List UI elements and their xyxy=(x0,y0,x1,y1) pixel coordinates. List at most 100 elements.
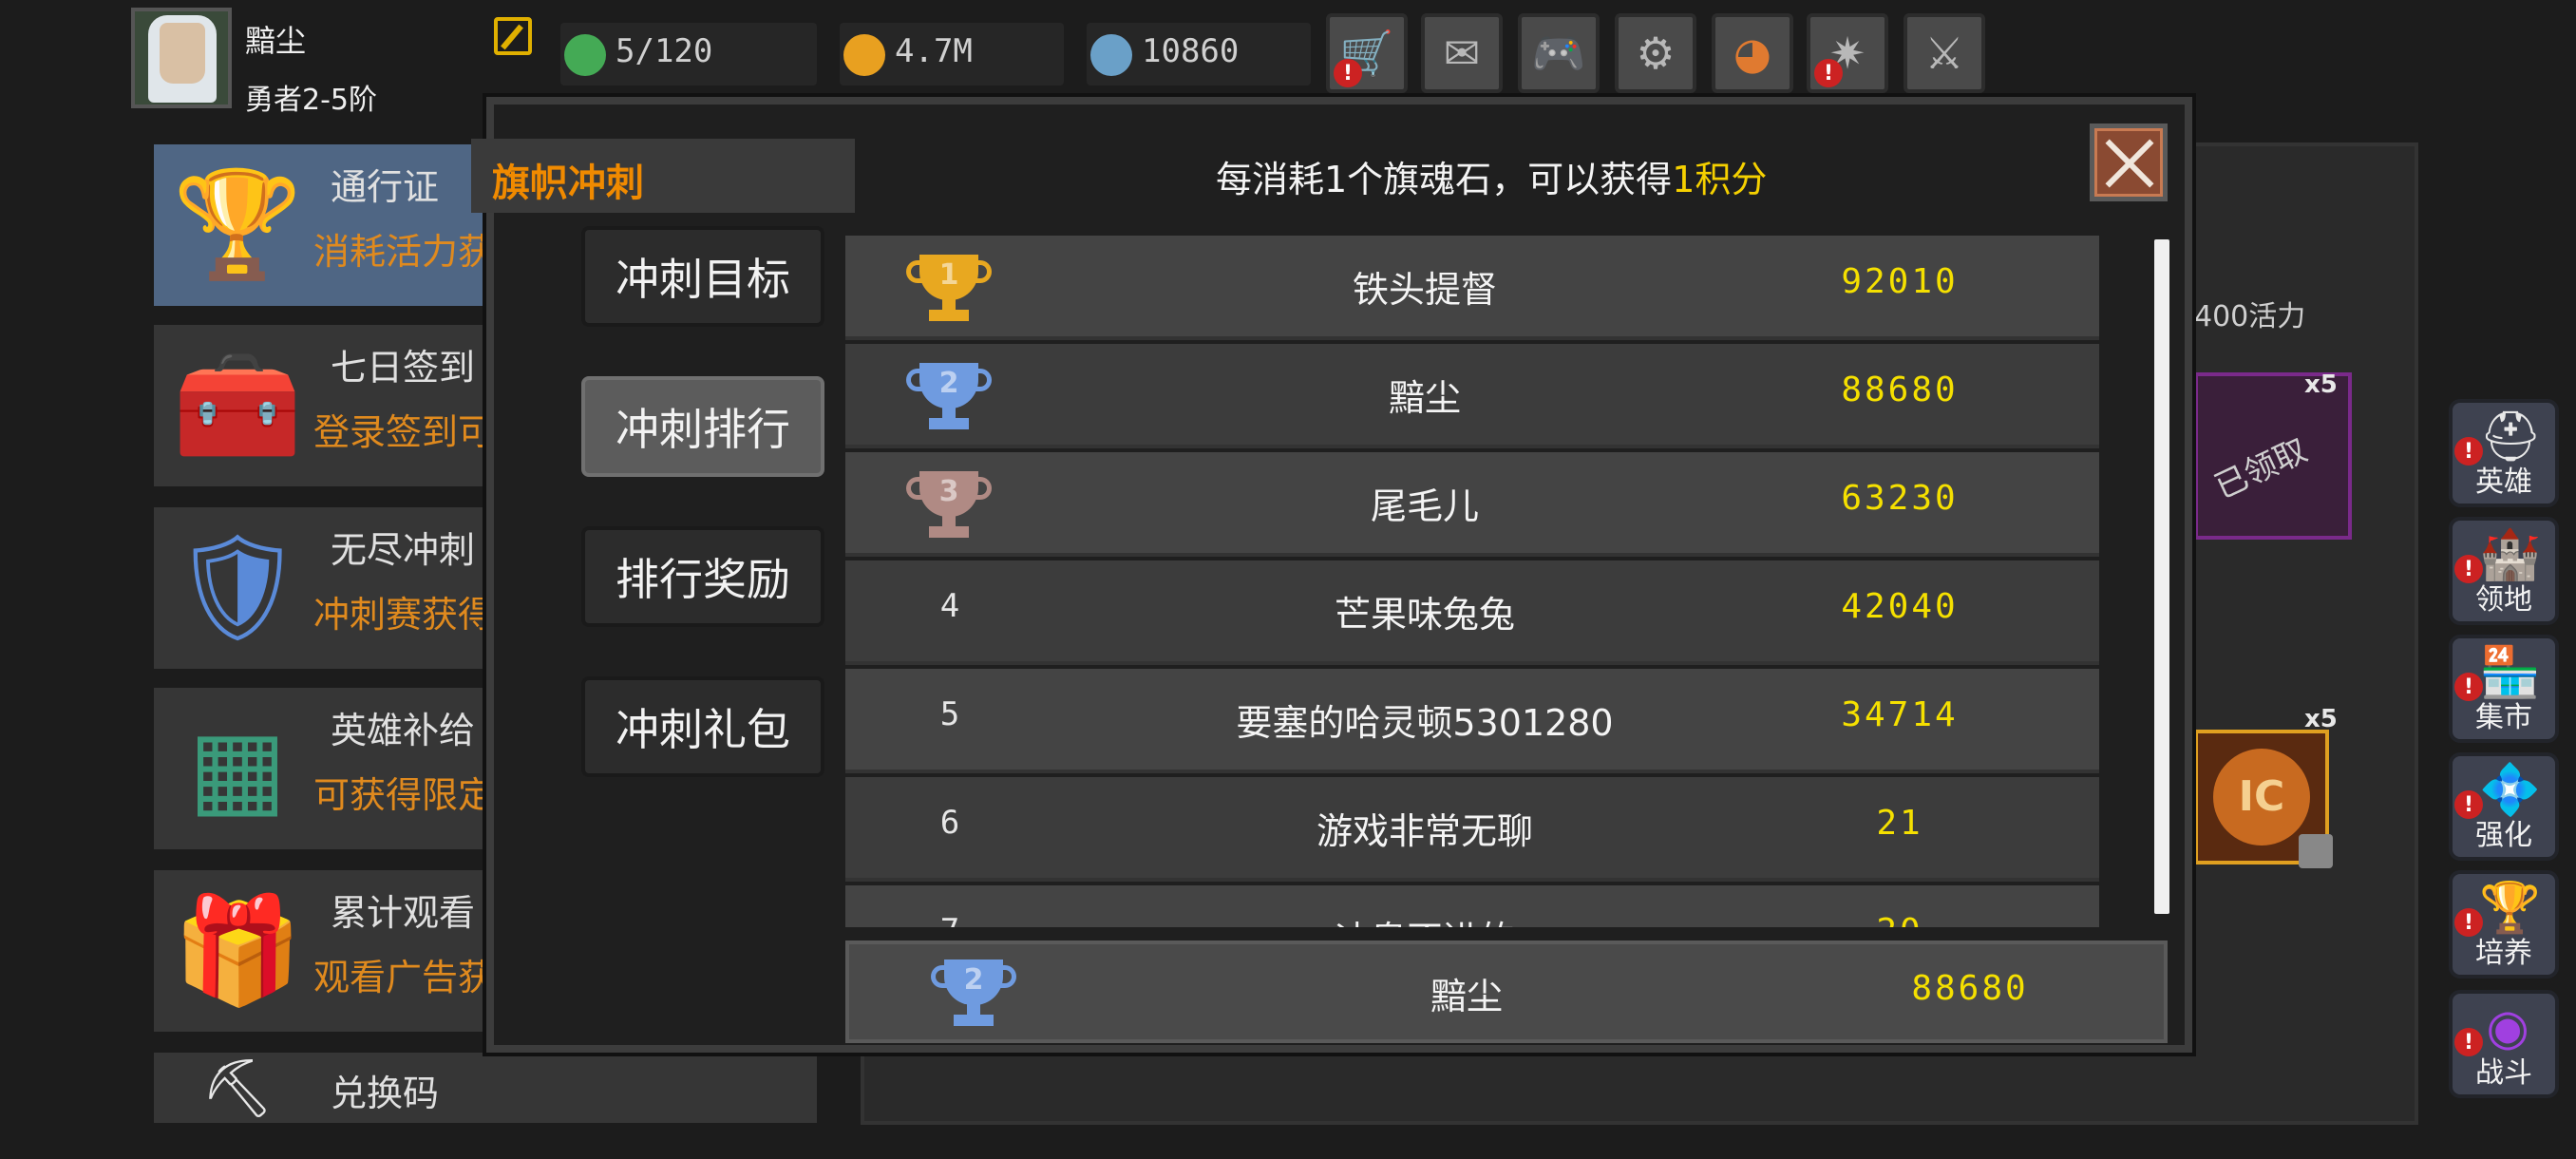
bronze-trophy-icon: 3 xyxy=(906,471,992,543)
rank-number: 6 xyxy=(939,804,960,842)
scrollbar-thumb[interactable] xyxy=(2154,239,2169,914)
list-item-subtitle: 登录签到可 xyxy=(313,411,495,453)
nav-sprint-pack[interactable]: 冲刺礼包 xyxy=(581,676,824,777)
my-ranking-row: 2 黯尘 88680 xyxy=(845,940,2168,1043)
diamond-icon xyxy=(1090,34,1132,76)
close-button[interactable] xyxy=(2090,124,2168,201)
battle-button[interactable]: ⚔ xyxy=(1904,13,1985,93)
score-cell: 20 xyxy=(1795,912,2004,927)
cup-icon: 🏆 xyxy=(2479,880,2541,937)
helmet-icon: ⛑ xyxy=(2479,408,2543,466)
list-item-subtitle: 消耗活力获 xyxy=(313,231,495,273)
gold-resource: 4.7M xyxy=(840,23,1064,86)
gold-trophy-icon: 1 xyxy=(906,255,992,327)
ranking-row[interactable]: 1 铁头提督 92010 xyxy=(845,236,2099,340)
settings-button[interactable]: ⚙ xyxy=(1615,13,1696,93)
list-item-title: 无尽冲刺 xyxy=(331,529,476,571)
header-text: 每消耗1个旗魂石，可以获得 xyxy=(1216,159,1673,200)
mail-icon: ✉ xyxy=(1443,28,1481,79)
ranking-row[interactable]: 7 迪奥不进的 20 xyxy=(845,885,2099,927)
list-item-redeem[interactable]: ⛏ 兑换码 xyxy=(154,1053,817,1123)
gamepad-icon: 🎮 xyxy=(1531,27,1586,79)
side-nav-train[interactable]: 🏆 ! 培养 xyxy=(2449,870,2559,978)
player-name-cell: 芒果味兔兔 xyxy=(1334,594,1515,636)
lock-icon xyxy=(2299,834,2333,868)
gem-resource: 10860 xyxy=(1087,23,1311,86)
modal-header: 每消耗1个旗魂石，可以获得1积分 xyxy=(1216,150,1767,202)
list-item-title: 通行证 xyxy=(331,166,440,208)
side-nav-label: 培养 xyxy=(2475,937,2532,970)
nav-ranking-rewards[interactable]: 排行奖励 xyxy=(581,526,824,627)
player-name-cell: 尾毛儿 xyxy=(1370,485,1479,527)
side-nav-label: 领地 xyxy=(2475,583,2532,617)
side-nav-territory[interactable]: 🏰 ! 领地 xyxy=(2449,517,2559,625)
modal-title: 旗帜冲刺 xyxy=(492,162,644,205)
castle-icon: 🏰 xyxy=(2479,526,2541,583)
ranking-row[interactable]: 4 芒果味兔兔 42040 xyxy=(845,560,2099,665)
list-item-title: 英雄补给 xyxy=(331,710,476,751)
side-nav-label: 英雄 xyxy=(2475,466,2532,499)
trophy-base xyxy=(929,418,969,429)
player-rank: 勇者2-5阶 xyxy=(245,84,377,117)
trophy-base xyxy=(954,1015,994,1026)
silver-trophy-icon: 2 xyxy=(906,363,992,435)
pickaxe-icon: ⛏ xyxy=(200,1054,275,1122)
side-nav-enhance[interactable]: 💠 ! 强化 xyxy=(2449,752,2559,861)
side-nav-label: 强化 xyxy=(2475,819,2532,852)
side-nav-battle[interactable]: ◉ ! 战斗 xyxy=(2449,990,2559,1098)
side-nav-label: 战斗 xyxy=(2475,1056,2532,1090)
palette-icon: ◕ xyxy=(1733,28,1772,79)
reward-qty: x5 xyxy=(2304,705,2338,733)
edit-name-icon[interactable] xyxy=(494,17,532,55)
ranking-row[interactable]: 3 尾毛儿 63230 xyxy=(845,452,2099,557)
player-name: 黯尘 xyxy=(245,23,307,59)
mail-button[interactable]: ✉ xyxy=(1421,13,1503,93)
alert-badge: ! xyxy=(1334,59,1362,87)
player-avatar[interactable] xyxy=(131,8,232,108)
gear-icon: ⚙ xyxy=(1636,28,1676,79)
palette-button[interactable]: ◕ xyxy=(1712,13,1793,93)
gamepad-button[interactable]: 🎮 xyxy=(1518,13,1600,93)
nav-sprint-goal[interactable]: 冲刺目标 xyxy=(581,226,824,327)
claimed-label: 已领取 xyxy=(2208,430,2314,507)
gem-icon: 💠 xyxy=(2479,762,2541,819)
side-nav-hero[interactable]: ⛑ ! 英雄 xyxy=(2449,399,2559,507)
swords-icon: ⚔ xyxy=(1924,28,1964,79)
player-name-cell: 游戏非常无聊 xyxy=(1316,810,1533,852)
ranking-scrollbar[interactable] xyxy=(2154,239,2169,914)
lightning-icon xyxy=(564,34,606,76)
trophy-rank-number: 2 xyxy=(938,367,959,400)
side-nav-market[interactable]: 🏪 ! 集市 xyxy=(2449,635,2559,743)
my-name: 黯尘 xyxy=(1430,976,1503,1017)
score-cell: 21 xyxy=(1876,804,1923,843)
chest-icon: 🧰 xyxy=(172,343,303,466)
trophy-base xyxy=(929,526,969,538)
crest-icon: 🛡 xyxy=(171,525,304,648)
header-highlight: 1积分 xyxy=(1672,159,1768,200)
ranking-row[interactable]: 6 游戏非常无聊 21 xyxy=(845,777,2099,882)
nav-sprint-ranking[interactable]: 冲刺排行 xyxy=(581,376,824,477)
list-item-subtitle: 观看广告获 xyxy=(313,957,495,998)
score-cell: 34714 xyxy=(1841,695,1959,734)
list-item-title: 兑换码 xyxy=(331,1073,440,1114)
market-icon: 🏪 xyxy=(2479,644,2541,701)
list-item-title: 七日签到 xyxy=(331,347,476,389)
score-cell: 42040 xyxy=(1841,587,1959,626)
side-nav-label: 集市 xyxy=(2475,701,2532,734)
shop-button[interactable]: 🛒! xyxy=(1326,13,1408,93)
ranking-list[interactable]: 1 铁头提督 92010 2 黯尘 88680 3 尾毛儿 63230 4 芒果味兔兔 42040 5 要… xyxy=(845,236,2099,927)
ranking-row[interactable]: 2 黯尘 88680 xyxy=(845,344,2099,448)
crate-icon: ▦ xyxy=(188,707,287,828)
ranking-row[interactable]: 5 要塞的哈灵顿5301280 34714 xyxy=(845,669,2099,773)
score-cell: 63230 xyxy=(1841,479,1959,518)
portal-icon: ◉ xyxy=(2486,999,2529,1056)
score-cell: 88680 xyxy=(1841,370,1959,409)
player-name-cell: 要塞的哈灵顿5301280 xyxy=(1236,702,1614,744)
rank-number: 4 xyxy=(939,587,960,625)
trophy-rank-number: 3 xyxy=(938,475,959,508)
player-name-cell: 铁头提督 xyxy=(1352,269,1497,311)
stamina-resource: 5/120 xyxy=(560,23,817,86)
trophy-rank-number: 2 xyxy=(963,963,984,997)
firework-button[interactable]: ✷! xyxy=(1807,13,1888,93)
modal-title-tab: 旗帜冲刺 xyxy=(471,139,855,213)
